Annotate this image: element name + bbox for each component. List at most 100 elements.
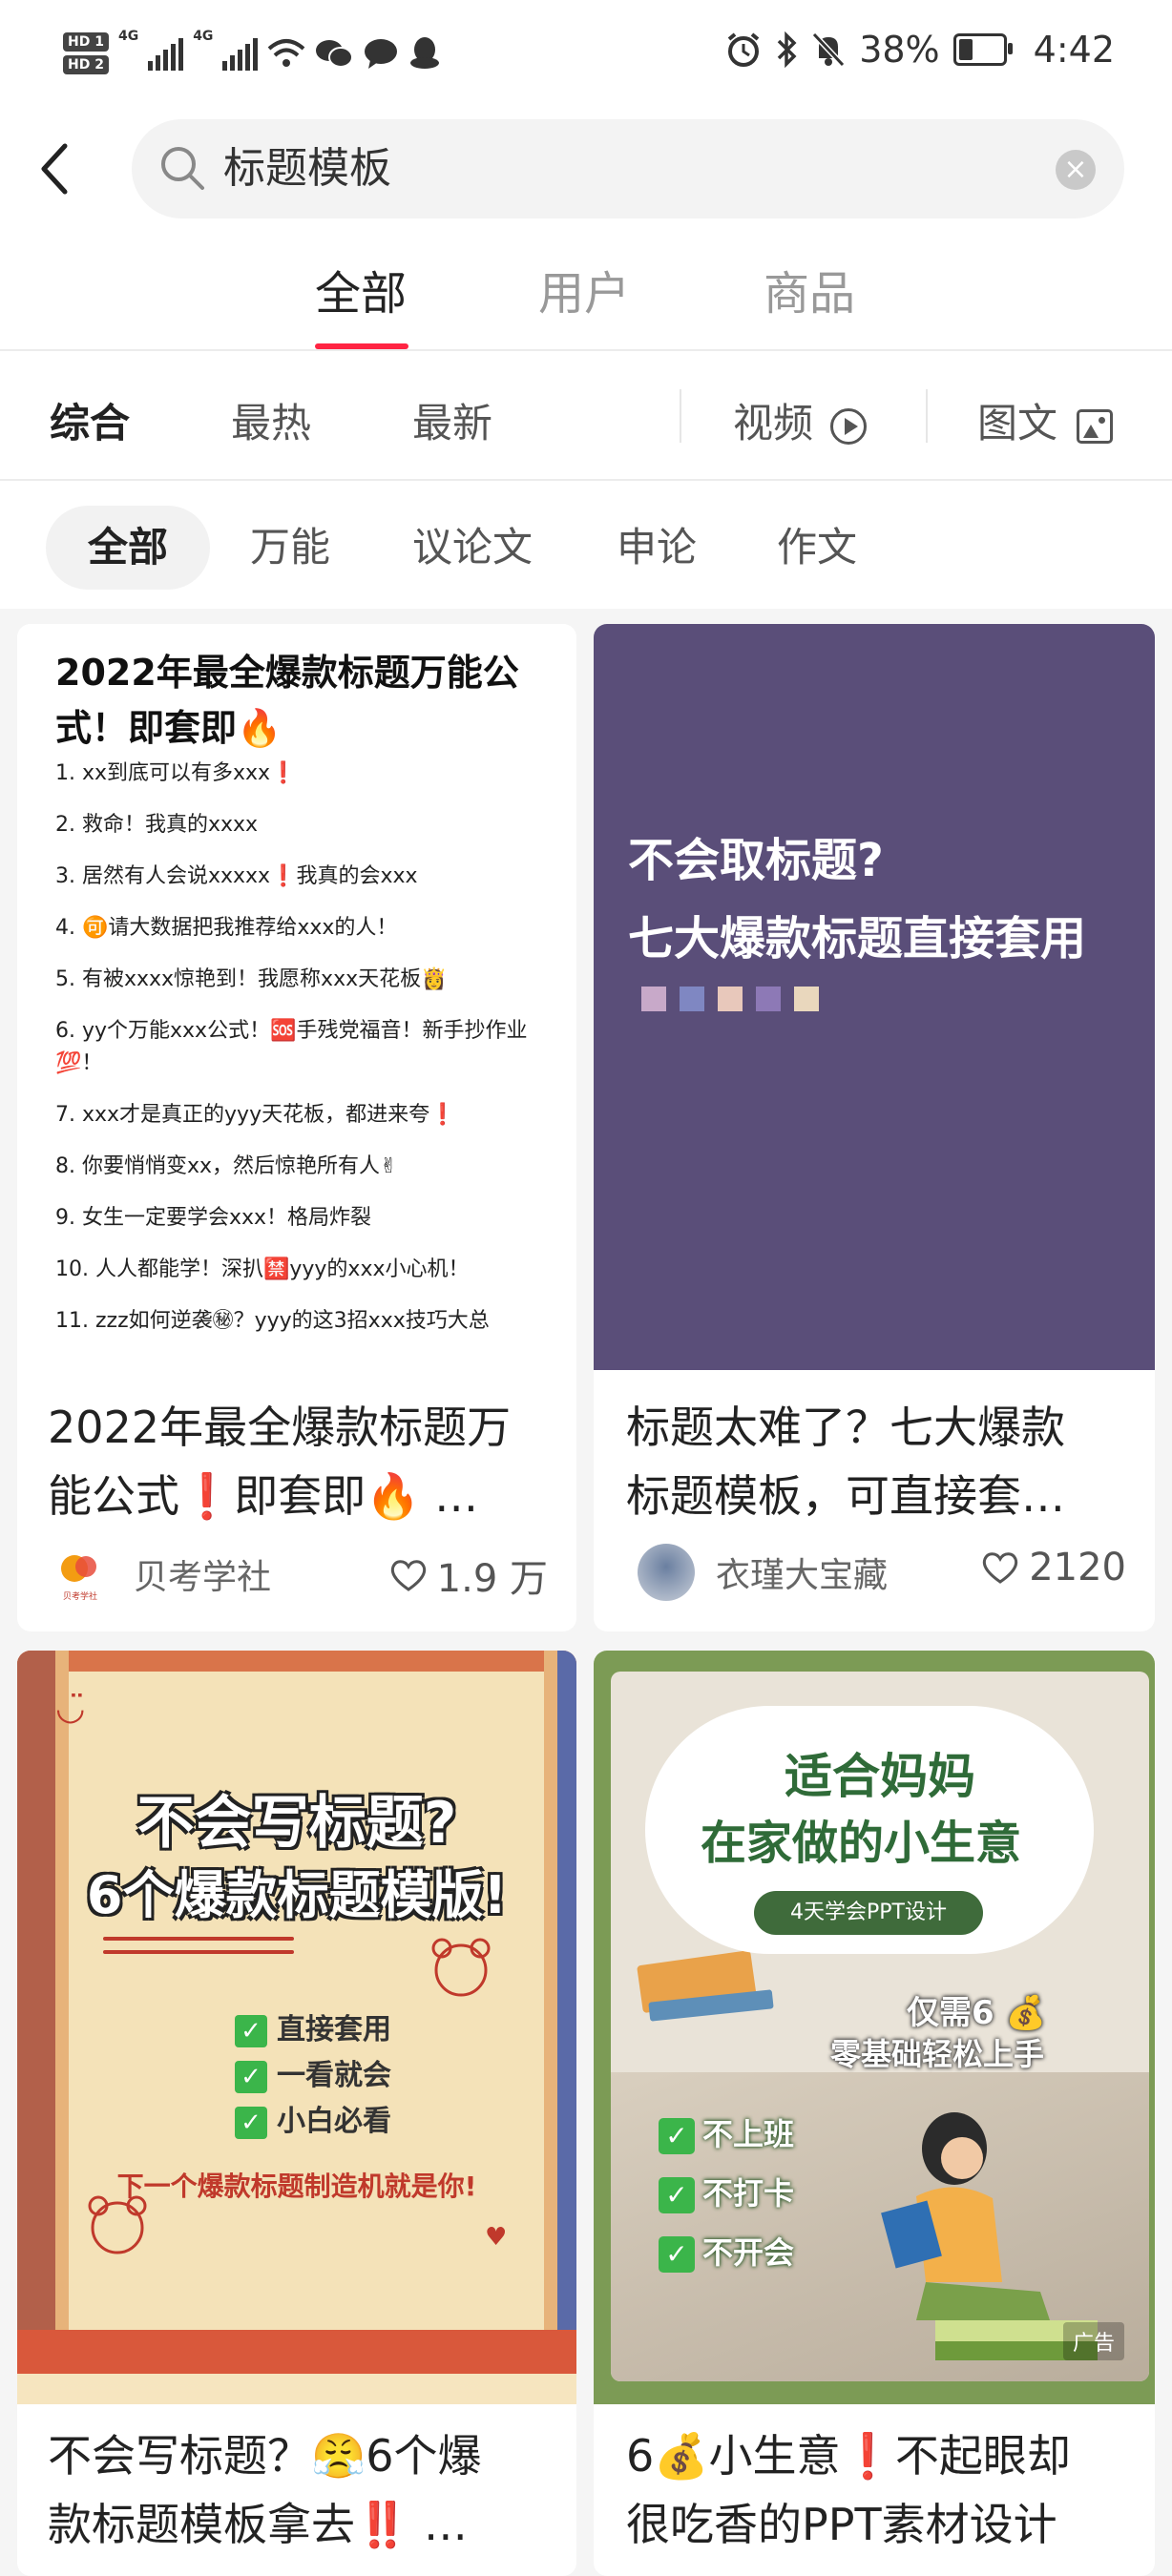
cover-list-item: 10. 人人都能学！深扒🈲yyy的xxx小心机！ bbox=[55, 1257, 470, 1281]
hd2-label: HD 2 bbox=[63, 55, 109, 74]
ad-card[interactable]: 适合妈妈 在家做的小生意 4天学会PPT设计 仅需6 💰 零基础轻松上手 ✓ 不上… bbox=[594, 1651, 1155, 2576]
cover-slogan: 下一个爆款标题制造机就是你! bbox=[116, 2171, 477, 2202]
chip-all[interactable]: 全部 bbox=[46, 506, 210, 590]
cover-list-item: 1. xx到底可以有多xxx❗ bbox=[55, 761, 297, 785]
note-title-line: 标题模板，可直接套… bbox=[626, 1470, 1065, 1522]
cover-list-item: 9. 女生一定要学会xxx！格局炸裂 bbox=[55, 1206, 372, 1230]
search-bar-row: 标题模板 × bbox=[0, 119, 1172, 218]
like-button[interactable]: 2120 bbox=[981, 1546, 1126, 1589]
ad-cover[interactable]: 适合妈妈 在家做的小生意 4天学会PPT设计 仅需6 💰 零基础轻松上手 ✓ 不上… bbox=[594, 1651, 1155, 2404]
note-title-line: 6💰小生意❗不起眼却 bbox=[626, 2430, 1071, 2482]
wifi-icon bbox=[268, 39, 305, 67]
cover-background: 适合妈妈 在家做的小生意 4天学会PPT设计 仅需6 💰 零基础轻松上手 ✓ 不上… bbox=[594, 1651, 1155, 2404]
note-card[interactable]: ◡̈ ♥ 不会写标题? 6个爆款标题模版! ✓ 直接套用 ✓ 一看就会 ✓ 小白必看 … bbox=[17, 1651, 576, 2576]
note-title[interactable]: 2022年最全爆款标题万 能公式❗即套即🔥 … bbox=[48, 1393, 548, 1530]
message-icon bbox=[365, 39, 398, 69]
heart-doodle-icon: ♥ bbox=[485, 2223, 508, 2252]
filter-video-label: 视频 bbox=[733, 400, 814, 447]
network-type-1: 4G bbox=[117, 29, 139, 44]
cover-line: 不会取标题? bbox=[628, 834, 884, 887]
clear-icon[interactable]: × bbox=[1056, 150, 1096, 190]
image-icon bbox=[1077, 408, 1114, 444]
cover-check-item: ✓ 一看就会 bbox=[235, 2051, 391, 2093]
cover-list-item: 2. 救命！我真的xxxx bbox=[55, 813, 259, 837]
like-count: 1.9 万 bbox=[436, 1557, 548, 1601]
tab-users[interactable]: 用户 bbox=[538, 256, 630, 322]
cover-check-item: ✓ 小白必看 bbox=[235, 2097, 391, 2139]
avatar[interactable] bbox=[638, 1544, 695, 1601]
note-title-line: 能公式❗即套即🔥 … bbox=[48, 1470, 479, 1522]
cover-heading: 2022年最全爆款标题万能公式！即套即🔥 bbox=[55, 652, 519, 749]
bear-doodle-icon bbox=[431, 1938, 491, 1997]
note-card[interactable]: 2022年最全爆款标题万能公式！即套即🔥 1. xx到底可以有多xxx❗ 2. … bbox=[17, 624, 576, 1631]
search-input[interactable]: 标题模板 × bbox=[132, 119, 1124, 218]
avatar-logo-icon: 贝考学社 bbox=[61, 1555, 97, 1602]
cover-list-item: 7. xxx才是真正的yyy天花板，都进来夸❗ bbox=[55, 1103, 456, 1127]
sort-comprehensive[interactable]: 综合 bbox=[50, 391, 130, 449]
search-icon bbox=[161, 147, 204, 190]
divider bbox=[926, 389, 928, 443]
cover-line: 不会写标题? bbox=[136, 1790, 457, 1857]
result-type-tabs: 全部 用户 商品 bbox=[0, 256, 1172, 351]
color-swatch bbox=[680, 987, 704, 1011]
note-cover[interactable]: 不会取标题? 七大爆款标题直接套用 bbox=[594, 624, 1155, 1370]
heart-icon bbox=[390, 1560, 426, 1591]
tab-products[interactable]: 商品 bbox=[764, 256, 855, 322]
avatar[interactable]: 贝考学社 bbox=[52, 1546, 109, 1603]
cover-list-item: 6. yy个万能xxx公式！🆘手残党福音！新手抄作业💯！ bbox=[55, 1019, 528, 1075]
note-title-line: 很吃香的PPT素材设计 bbox=[626, 2499, 1057, 2550]
cover-list-item: 5. 有被xxxx惊艳到！我愿称xxx天花板👸 bbox=[55, 967, 448, 991]
divider bbox=[680, 389, 681, 443]
clock-time: 4:42 bbox=[1033, 29, 1115, 71]
topic-chips: 全部 万能 议论文 申论 作文 bbox=[0, 481, 1172, 609]
qq-icon bbox=[410, 37, 440, 69]
note-cover[interactable]: ◡̈ ♥ 不会写标题? 6个爆款标题模版! ✓ 直接套用 ✓ 一看就会 ✓ 小白必看 … bbox=[17, 1651, 576, 2404]
color-swatch bbox=[794, 987, 819, 1011]
cover-check-item: ✓ 不打卡 bbox=[659, 2170, 794, 2213]
signal-2-icon bbox=[222, 36, 259, 71]
note-title[interactable]: 6💰小生意❗不起眼却 很吃香的PPT素材设计 bbox=[626, 2421, 1126, 2559]
search-query[interactable]: 标题模板 bbox=[223, 140, 391, 197]
smile-icon: ◡̈ bbox=[55, 1689, 86, 1728]
author-name[interactable]: 衣瑾大宝藏 bbox=[716, 1548, 888, 1597]
ad-label: 广告 bbox=[1062, 2322, 1124, 2360]
like-button[interactable]: 1.9 万 bbox=[389, 1548, 548, 1603]
hd-indicator: HD 1 HD 2 bbox=[63, 32, 109, 74]
note-title[interactable]: 不会写标题？😤6个爆 款标题模板拿去‼️ … bbox=[48, 2421, 548, 2559]
note-title-line: 2022年最全爆款标题万 bbox=[48, 1402, 512, 1453]
chip-argumentative[interactable]: 议论文 bbox=[412, 506, 533, 590]
author-name[interactable]: 贝考学社 bbox=[134, 1549, 271, 1599]
color-swatch bbox=[641, 987, 666, 1011]
cover-list-item: 11. zzz如何逆袭㊙？yyy的这3招xxx技巧大总 bbox=[55, 1309, 490, 1333]
alarm-icon bbox=[727, 32, 760, 67]
like-count: 2120 bbox=[1029, 1546, 1126, 1589]
cover-list: 1. xx到底可以有多xxx❗ 2. 救命！我真的xxxx 3. 居然有人会说x… bbox=[55, 758, 548, 1357]
cover-list-item: 8. 你要悄悄变xx，然后惊艳所有人✌ bbox=[55, 1154, 398, 1178]
cover-note: 零基础轻松上手 bbox=[830, 2036, 1045, 2072]
mute-icon bbox=[811, 31, 846, 68]
note-title[interactable]: 标题太难了？七大爆款 标题模板，可直接套… bbox=[626, 1393, 1126, 1530]
note-meta: 贝考学社 贝考学社 1.9 万 bbox=[52, 1542, 548, 1605]
note-meta: 衣瑾大宝藏 2120 bbox=[638, 1540, 1126, 1603]
filter-video[interactable]: 视频 bbox=[733, 391, 868, 449]
cover-pill: 4天学会PPT设计 bbox=[754, 1891, 983, 1935]
cover-note: 仅需6 💰 bbox=[907, 1994, 1046, 2032]
play-icon bbox=[830, 407, 868, 445]
chip-universal[interactable]: 万能 bbox=[250, 506, 330, 590]
cover-line: 在家做的小生意 bbox=[700, 1817, 1021, 1870]
cover-line: 6个爆款标题模版! bbox=[86, 1865, 508, 1925]
cover-check-item: ✓ 不开会 bbox=[659, 2229, 794, 2273]
chip-composition[interactable]: 作文 bbox=[777, 506, 857, 590]
sort-hottest[interactable]: 最热 bbox=[231, 391, 311, 449]
sort-newest[interactable]: 最新 bbox=[412, 391, 492, 449]
chip-shenlun[interactable]: 申论 bbox=[617, 506, 697, 590]
note-cover[interactable]: 2022年最全爆款标题万能公式！即套即🔥 1. xx到底可以有多xxx❗ 2. … bbox=[17, 624, 576, 1370]
note-title-line: 标题太难了？七大爆款 bbox=[626, 1402, 1065, 1453]
network-type-2: 4G bbox=[193, 29, 214, 44]
status-bar: HD 1 HD 2 4G 4G 38% 4:42 bbox=[0, 0, 1172, 114]
tab-all[interactable]: 全部 bbox=[315, 256, 407, 322]
note-card[interactable]: 不会取标题? 七大爆款标题直接套用 标题太难了？七大爆款 标题模板，可直接套… … bbox=[594, 624, 1155, 1631]
back-arrow-icon[interactable] bbox=[36, 140, 74, 197]
filter-image-text[interactable]: 图文 bbox=[977, 391, 1114, 449]
avatar-caption: 贝考学社 bbox=[63, 1590, 97, 1602]
